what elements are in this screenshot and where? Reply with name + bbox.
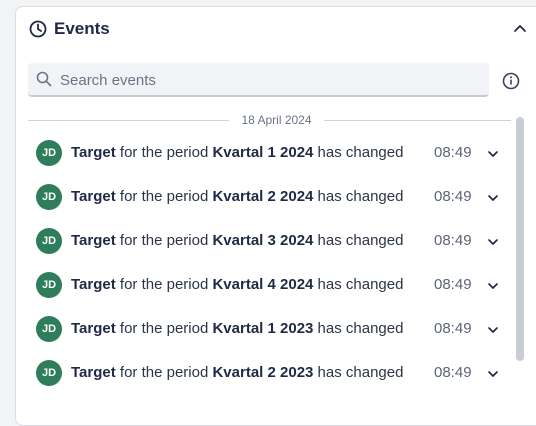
info-icon[interactable] <box>502 72 520 90</box>
event-time: 08:49 <box>434 188 472 205</box>
event-text: Target for the period Kvartal 2 2024 has… <box>71 188 404 205</box>
avatar: JD <box>36 316 62 342</box>
chevron-down-icon[interactable] <box>486 279 500 293</box>
divider <box>324 120 511 121</box>
chevron-up-icon[interactable] <box>512 20 528 36</box>
avatar: JD <box>36 140 62 166</box>
event-time: 08:49 <box>434 232 472 249</box>
chevron-down-icon[interactable] <box>486 235 500 249</box>
events-panel: Events 18 April 2024 JD Target for the p… <box>15 6 536 426</box>
avatar: JD <box>36 272 62 298</box>
event-time: 08:49 <box>434 276 472 293</box>
event-row[interactable]: JD Target for the period Kvartal 4 2024 … <box>16 263 514 307</box>
panel-title: Events <box>54 19 110 38</box>
chevron-down-icon[interactable] <box>486 323 500 337</box>
panel-header[interactable]: Events <box>16 7 536 51</box>
date-separator: 18 April 2024 <box>28 112 511 128</box>
search-icon <box>36 71 52 87</box>
chevron-down-icon[interactable] <box>486 191 500 205</box>
event-text: Target for the period Kvartal 1 2023 has… <box>71 320 404 337</box>
avatar: JD <box>36 184 62 210</box>
search-box[interactable] <box>28 63 489 97</box>
chevron-down-icon[interactable] <box>486 147 500 161</box>
event-row[interactable]: JD Target for the period Kvartal 2 2023 … <box>16 351 514 395</box>
event-row[interactable]: JD Target for the period Kvartal 2 2024 … <box>16 175 514 219</box>
event-time: 08:49 <box>434 364 472 381</box>
search-input[interactable] <box>58 63 482 97</box>
event-text: Target for the period Kvartal 4 2024 has… <box>71 276 404 293</box>
event-text: Target for the period Kvartal 1 2024 has… <box>71 144 404 161</box>
event-row[interactable]: JD Target for the period Kvartal 1 2023 … <box>16 307 514 351</box>
event-row[interactable]: JD Target for the period Kvartal 1 2024 … <box>16 131 514 175</box>
scrollbar-thumb[interactable] <box>516 117 524 361</box>
event-text: Target for the period Kvartal 3 2024 has… <box>71 232 404 249</box>
date-label: 18 April 2024 <box>241 113 312 127</box>
event-time: 08:49 <box>434 144 472 161</box>
clock-icon <box>29 20 47 38</box>
event-text: Target for the period Kvartal 2 2023 has… <box>71 364 404 381</box>
chevron-down-icon[interactable] <box>486 367 500 381</box>
avatar: JD <box>36 228 62 254</box>
event-time: 08:49 <box>434 320 472 337</box>
avatar: JD <box>36 360 62 386</box>
divider <box>28 120 229 121</box>
event-row[interactable]: JD Target for the period Kvartal 3 2024 … <box>16 219 514 263</box>
